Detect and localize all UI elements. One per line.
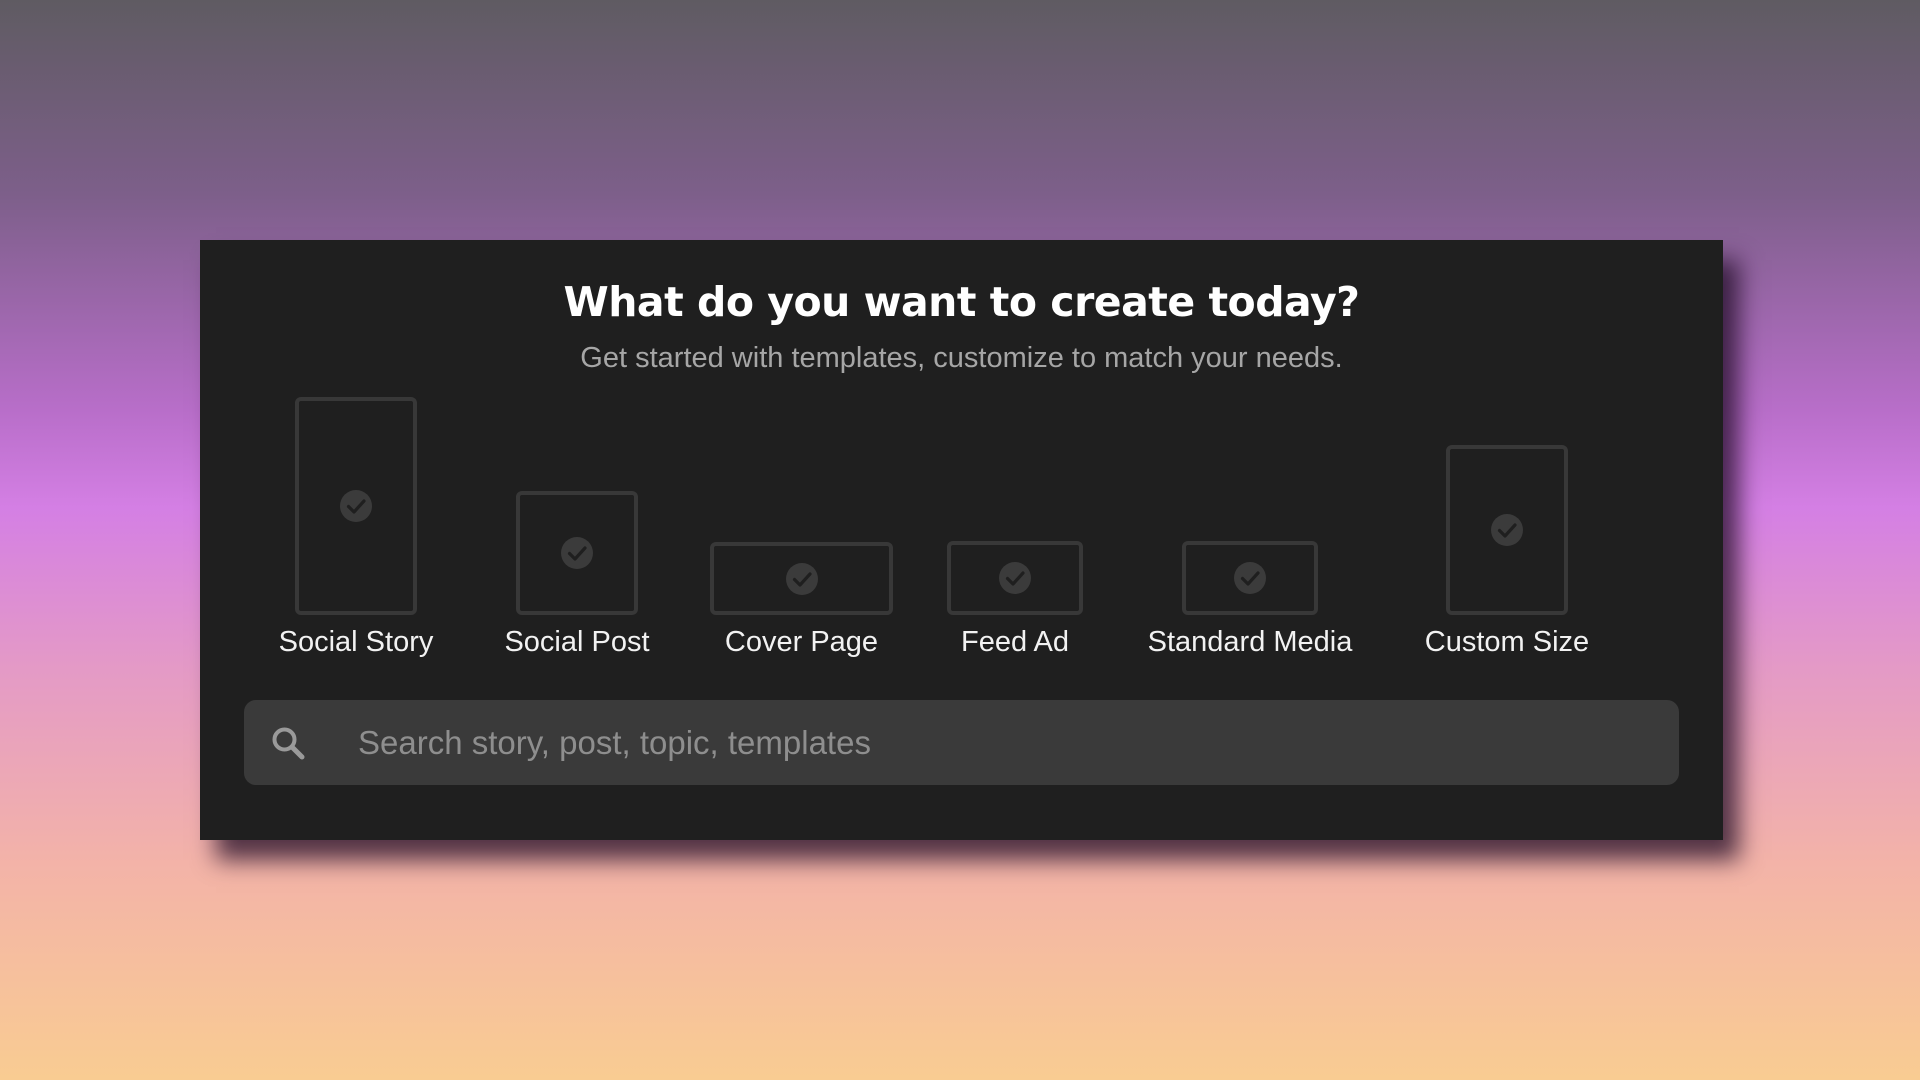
option-custom-size[interactable]: Custom Size: [1425, 445, 1589, 658]
option-cover-page[interactable]: Cover Page: [710, 542, 893, 658]
check-circle-icon: [340, 490, 372, 522]
standard-media-frame: [1182, 541, 1318, 615]
check-circle-icon: [1491, 514, 1523, 546]
option-label: Feed Ad: [960, 626, 1070, 658]
create-dialog: What do you want to create today? Get st…: [200, 240, 1723, 840]
check-circle-icon: [1234, 562, 1266, 594]
check-circle-icon: [999, 562, 1031, 594]
option-label: Custom Size: [1424, 626, 1590, 658]
social-post-frame: [516, 491, 638, 615]
option-feed-ad[interactable]: Feed Ad: [947, 541, 1083, 658]
cover-page-frame: [710, 542, 893, 615]
check-circle-icon: [561, 537, 593, 569]
dialog-subtitle: Get started with templates, customize to…: [580, 342, 1343, 374]
option-label: Standard Media: [1147, 626, 1353, 658]
search-bar[interactable]: [244, 700, 1679, 785]
check-circle-icon: [785, 562, 818, 595]
option-social-story[interactable]: Social Story: [279, 397, 433, 658]
search-input[interactable]: [358, 700, 1648, 785]
option-standard-media[interactable]: Standard Media: [1148, 541, 1352, 658]
social-story-frame: [295, 397, 417, 615]
dialog-title: What do you want to create today?: [563, 278, 1360, 326]
feed-ad-frame: [947, 541, 1083, 615]
option-social-post[interactable]: Social Post: [504, 491, 650, 658]
option-label: Social Story: [278, 626, 434, 658]
search-icon: [272, 727, 305, 760]
custom-size-frame: [1446, 445, 1568, 615]
